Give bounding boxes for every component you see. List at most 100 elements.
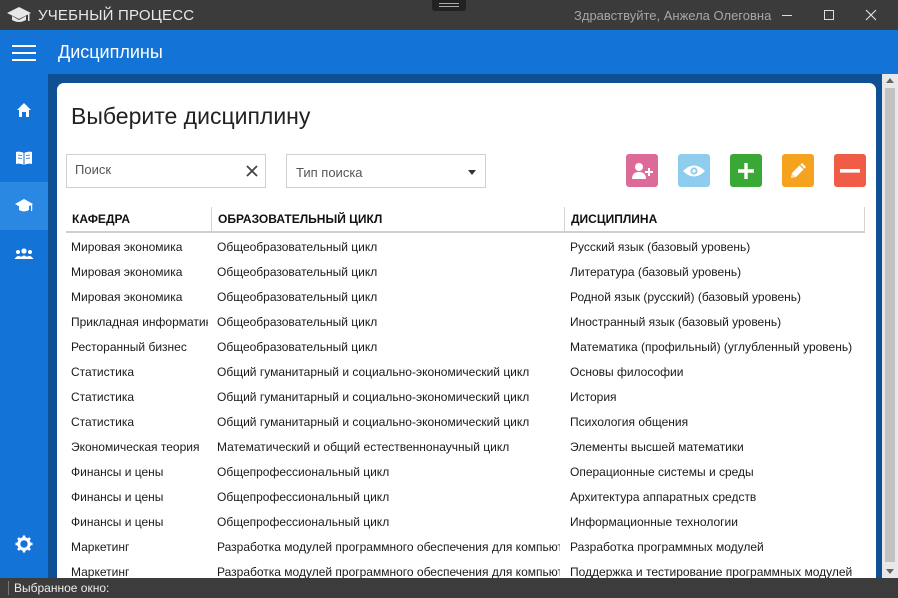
menu-icon[interactable] [12,45,36,61]
cell-discipline: Русский язык (базовый уровень) [570,240,751,254]
cell-discipline: Разработка программных модулей [570,540,764,554]
vertical-scrollbar[interactable] [882,74,898,578]
table-header: КАФЕДРА ОБРАЗОВАТЕЛЬНЫЙ ЦИКЛ ДИСЦИПЛИНА [66,207,865,233]
table-row[interactable]: Мировая экономика Общеобразовательный цик… [66,285,865,310]
table-row[interactable]: Экономическая теория Математический и общ… [66,435,865,460]
cell-discipline: Элементы высшей математики [570,440,744,454]
pencil-icon [791,162,806,178]
table-row[interactable]: Финансы и цены Общепрофессиональный цикл И… [66,510,865,535]
cell-discipline: Иностранный язык (базовый уровень) [570,315,782,329]
cell-department: Финансы и цены [71,465,164,479]
search-type-placeholder: Тип поиска [296,165,363,180]
add-button[interactable] [730,154,762,187]
cell-discipline: История [570,390,617,404]
cell-department: Мировая экономика [71,290,183,304]
sidebar [0,74,48,578]
minimize-button[interactable] [768,0,806,30]
cell-discipline: Поддержка и тестирование программных мод… [570,565,853,578]
assign-user-button[interactable] [626,154,658,187]
cell-department: Статистика [71,390,135,404]
sidebar-item-book[interactable] [0,134,48,182]
table-row[interactable]: Статистика Общий гуманитарный и социально… [66,360,865,385]
cell-discipline: Архитектура аппаратных средств [570,490,757,504]
cell-discipline: Литература (базовый уровень) [570,265,742,279]
cell-discipline: Основы философии [570,365,684,379]
cell-cycle: Общепрофессиональный цикл [217,490,390,504]
cell-cycle: Математический и общий естественнонаучны… [217,440,510,454]
sidebar-item-disciplines[interactable] [0,182,48,230]
cell-department: Финансы и цены [71,515,164,529]
scroll-down-icon[interactable] [886,569,894,574]
cell-discipline: Психология общения [570,415,689,429]
search-type-select[interactable]: Тип поиска [286,154,486,188]
cell-discipline: Родной язык (русский) (базовый уровень) [570,290,802,304]
delete-button[interactable] [834,154,866,187]
scroll-up-icon[interactable] [886,78,894,83]
cell-department: Экономическая теория [71,440,200,454]
cell-department: Мировая экономика [71,240,183,254]
sidebar-item-settings[interactable] [0,520,48,568]
table-row[interactable]: Статистика Общий гуманитарный и социально… [66,385,865,410]
cell-cycle: Общий гуманитарный и социально-экономиче… [217,390,530,404]
cell-discipline: Информационные технологии [570,515,738,529]
title-bar: УЧЕБНЫЙ ПРОЦЕСС Здравствуйте, Анжела Оле… [0,0,898,30]
add-user-icon [632,162,653,179]
cell-department: Статистика [71,415,135,429]
cell-department: Маркетинг [71,565,130,578]
page-title: Дисциплины [58,42,163,62]
edit-button[interactable] [782,154,814,187]
cell-cycle: Общеобразовательный цикл [217,265,378,279]
table-row[interactable]: Прикладная информатика Общеобразовательны… [66,310,865,335]
discipline-panel: Выберите дисциплину Тип поиска [57,83,876,578]
table-row[interactable]: Финансы и цены Общепрофессиональный цикл О… [66,460,865,485]
sidebar-item-home[interactable] [0,86,48,134]
maximize-button[interactable] [810,0,848,30]
book-icon [16,151,32,165]
search-field[interactable] [66,154,266,188]
sidebar-item-people[interactable] [0,230,48,278]
close-button[interactable] [852,0,890,30]
minus-icon [840,168,860,173]
app-header: Дисциплины [0,30,898,74]
table-row[interactable]: Маркетинг Разработка модулей программного… [66,560,865,578]
chevron-down-icon [468,170,476,175]
column-header-cycle[interactable]: ОБРАЗОВАТЕЛЬНЫЙ ЦИКЛ [212,207,565,231]
cell-department: Ресторанный бизнес [71,340,187,354]
view-button[interactable] [678,154,710,187]
graduation-cap-icon [6,5,32,25]
scrollbar-thumb[interactable] [885,88,895,562]
graduation-cap-icon [15,199,33,212]
clear-icon[interactable] [245,164,259,178]
table-row[interactable]: Ресторанный бизнес Общеобразовательный ци… [66,335,865,360]
cell-department: Прикладная информатика [71,315,208,329]
table-row[interactable]: Мировая экономика Общеобразовательный цик… [66,235,865,260]
cell-discipline: Математика (профильный) (углубленный уро… [570,340,853,354]
cell-department: Маркетинг [71,540,130,554]
cell-department: Статистика [71,365,135,379]
cell-cycle: Общепрофессиональный цикл [217,465,390,479]
table-row[interactable]: Финансы и цены Общепрофессиональный цикл А… [66,485,865,510]
home-icon [17,103,31,117]
column-header-department[interactable]: КАФЕДРА [66,207,212,231]
panel-title: Выберите дисциплину [71,103,311,129]
table-row[interactable]: Статистика Общий гуманитарный и социально… [66,410,865,435]
people-icon [14,248,34,259]
status-separator [8,581,9,595]
eye-icon [683,165,705,176]
cell-cycle: Общепрофессиональный цикл [217,515,390,529]
drag-handle[interactable] [432,0,466,11]
user-greeting: Здравствуйте, Анжела Олеговна [574,8,772,23]
column-header-discipline[interactable]: ДИСЦИПЛИНА [565,207,865,231]
cell-cycle: Общий гуманитарный и социально-экономиче… [217,415,530,429]
table-row[interactable]: Маркетинг Разработка модулей программного… [66,535,865,560]
plus-icon [738,162,754,179]
search-input[interactable] [75,162,235,177]
cell-cycle: Общеобразовательный цикл [217,290,378,304]
cell-discipline: Операционные системы и среды [570,465,754,479]
table-row[interactable]: Мировая экономика Общеобразовательный цик… [66,260,865,285]
cell-cycle: Общий гуманитарный и социально-экономиче… [217,365,530,379]
app-title: УЧЕБНЫЙ ПРОЦЕСС [38,7,195,24]
status-text: Выбранное окно: [14,581,110,595]
cell-cycle: Разработка модулей программного обеспече… [217,565,560,578]
gear-icon [15,535,33,553]
